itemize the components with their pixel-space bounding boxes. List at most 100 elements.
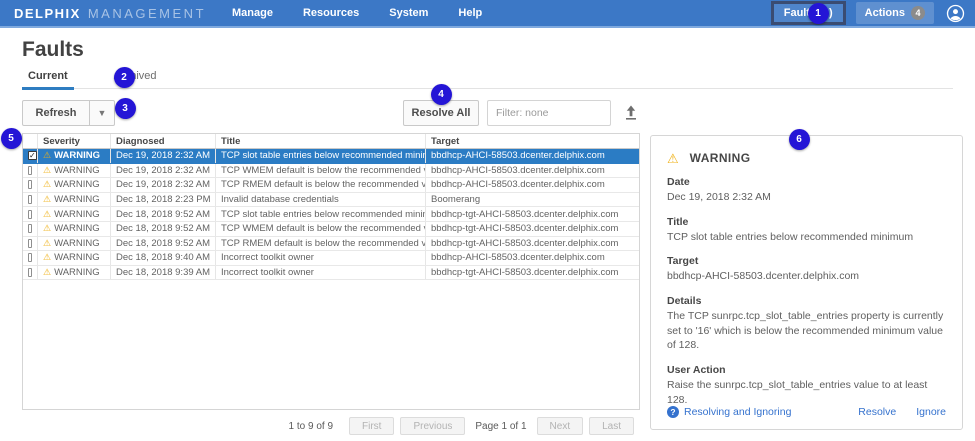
table-row[interactable]: ⚠WARNING Dec 18, 2018 2:23 PM Invalid da… [23, 193, 639, 208]
detail-section-value: Dec 19, 2018 2:32 AM [667, 190, 946, 205]
row-checkbox-cell [23, 193, 38, 207]
resolving-and-ignoring-help-link[interactable]: ? Resolving and Ignoring [667, 406, 791, 418]
detail-section-value: The TCP sunrpc.tcp_slot_table_entries pr… [667, 309, 946, 353]
row-checkbox[interactable] [28, 224, 32, 233]
top-menu-item[interactable]: Manage [232, 0, 273, 26]
table-row[interactable]: ⚠WARNING Dec 18, 2018 9:40 AM Incorrect … [23, 251, 639, 266]
detail-section-value: bbdhcp-AHCI-58503.dcenter.delphix.com [667, 269, 946, 284]
row-checkbox-cell [23, 178, 38, 192]
annotation-number: 3 [122, 103, 128, 114]
target-cell: bbdhcp-tgt-AHCI-58503.dcenter.delphix.co… [426, 207, 639, 221]
top-menu-item[interactable]: Resources [303, 0, 359, 26]
severity-cell: ⚠WARNING [38, 164, 111, 178]
warning-icon: ⚠ [43, 224, 51, 233]
severity-cell: ⚠WARNING [38, 237, 111, 251]
actions-button[interactable]: Actions 4 [856, 2, 934, 24]
actions-button-label: Actions [865, 7, 905, 19]
title-cell: Incorrect toolkit owner [216, 266, 426, 280]
resolve-link[interactable]: Resolve [858, 406, 896, 418]
row-checkbox[interactable] [28, 166, 32, 175]
diagnosed-cell: Dec 18, 2018 9:52 AM [111, 237, 216, 251]
severity-label: WARNING [54, 150, 100, 161]
target-cell: bbdhcp-AHCI-58503.dcenter.delphix.com [426, 251, 639, 265]
top-navigation-bar: DELPHIX MANAGEMENT Manage Resources Syst… [0, 0, 975, 28]
table-row[interactable]: ⚠WARNING Dec 18, 2018 9:39 AM Incorrect … [23, 266, 639, 281]
row-checkbox[interactable] [28, 210, 32, 219]
row-checkbox[interactable] [28, 180, 32, 189]
row-checkbox[interactable] [28, 195, 32, 204]
detail-section-label: Details [667, 295, 946, 307]
table-header-row: Severity Diagnosed Title Target [23, 134, 639, 149]
row-checkbox[interactable] [28, 268, 32, 277]
detail-sections: Date Dec 19, 2018 2:32 AM Title TCP slot… [667, 176, 946, 408]
row-checkbox[interactable] [28, 239, 32, 248]
warning-icon: ⚠ [667, 152, 679, 165]
detail-section-value: Raise the sunrpc.tcp_slot_table_entries … [667, 378, 946, 407]
column-header-severity[interactable]: Severity [38, 134, 111, 148]
row-checkbox[interactable] [28, 151, 37, 160]
title-cell: Invalid database credentials [216, 193, 426, 207]
diagnosed-cell: Dec 18, 2018 9:39 AM [111, 266, 216, 280]
previous-page-button[interactable]: Previous [400, 417, 465, 435]
export-icon[interactable] [623, 104, 639, 126]
filter-input[interactable] [487, 100, 611, 126]
column-header-diagnosed[interactable]: Diagnosed [111, 134, 216, 148]
fault-detail-panel: ⚠ WARNING Date Dec 19, 2018 2:32 AM Titl… [650, 135, 963, 430]
warning-icon: ⚠ [43, 268, 51, 277]
title-cell: TCP RMEM default is below the recommende… [216, 237, 426, 251]
title-cell: TCP WMEM default is below the recommende… [216, 164, 426, 178]
table-row[interactable]: ⚠WARNING Dec 19, 2018 2:32 AM TCP RMEM d… [23, 178, 639, 193]
ignore-link[interactable]: Ignore [916, 406, 946, 418]
target-cell: bbdhcp-AHCI-58503.dcenter.delphix.com [426, 164, 639, 178]
diagnosed-cell: Dec 18, 2018 9:52 AM [111, 207, 216, 221]
column-header-title[interactable]: Title [216, 134, 426, 148]
diagnosed-cell: Dec 19, 2018 2:32 AM [111, 178, 216, 192]
detail-section: Details The TCP sunrpc.tcp_slot_table_en… [667, 295, 946, 353]
warning-icon: ⚠ [43, 195, 51, 204]
refresh-split-button: Refresh ▼ [22, 100, 115, 126]
page-indicator: Page 1 of 1 [475, 421, 526, 432]
title-cell: Incorrect toolkit owner [216, 251, 426, 265]
table-row[interactable]: ⚠WARNING Dec 19, 2018 2:32 AM TCP WMEM d… [23, 164, 639, 179]
severity-cell: ⚠WARNING [38, 266, 111, 280]
next-page-button[interactable]: Next [537, 417, 584, 435]
annotation-callout: 2 [114, 67, 135, 88]
help-icon: ? [667, 406, 679, 418]
top-menu-item[interactable]: System [389, 0, 428, 26]
target-cell: bbdhcp-tgt-AHCI-58503.dcenter.delphix.co… [426, 222, 639, 236]
table-row[interactable]: ⚠WARNING Dec 18, 2018 9:52 AM TCP slot t… [23, 207, 639, 222]
refresh-button[interactable]: Refresh [22, 100, 90, 126]
table-row[interactable]: ⚠WARNING Dec 19, 2018 2:32 AM TCP slot t… [23, 149, 639, 164]
tab-bar: Current Archived [22, 70, 953, 89]
warning-icon: ⚠ [43, 151, 51, 160]
page-title: Faults [22, 38, 84, 62]
row-checkbox-cell [23, 222, 38, 236]
last-page-button[interactable]: Last [589, 417, 634, 435]
annotation-callout: 4 [431, 84, 452, 105]
table-row[interactable]: ⚠WARNING Dec 18, 2018 9:52 AM TCP WMEM d… [23, 222, 639, 237]
target-cell: Boomerang [426, 193, 639, 207]
detail-footer: ? Resolving and Ignoring Resolve Ignore [667, 406, 946, 418]
warning-icon: ⚠ [43, 239, 51, 248]
title-cell: TCP slot table entries below recommended… [216, 207, 426, 221]
user-avatar-icon[interactable] [946, 4, 965, 23]
annotation-number: 6 [796, 134, 802, 145]
severity-cell: ⚠WARNING [38, 251, 111, 265]
refresh-dropdown-button[interactable]: ▼ [90, 100, 115, 126]
tab[interactable]: Current [22, 70, 74, 88]
severity-label: WARNING [54, 238, 100, 249]
detail-severity-label: WARNING [690, 151, 751, 165]
table-row[interactable]: ⚠WARNING Dec 18, 2018 9:52 AM TCP RMEM d… [23, 237, 639, 252]
annotation-number: 5 [8, 133, 14, 144]
row-checkbox-cell [23, 237, 38, 251]
top-menu-item[interactable]: Help [458, 0, 482, 26]
row-checkbox-cell [23, 149, 38, 163]
row-checkbox[interactable] [28, 253, 32, 262]
first-page-button[interactable]: First [349, 417, 394, 435]
actions-count-badge: 4 [911, 6, 925, 20]
column-header-target[interactable]: Target [426, 134, 639, 148]
detail-section: Target bbdhcp-AHCI-58503.dcenter.delphix… [667, 255, 946, 284]
title-cell: TCP RMEM default is below the recommende… [216, 178, 426, 192]
severity-cell: ⚠WARNING [38, 178, 111, 192]
annotation-number: 4 [438, 89, 444, 100]
